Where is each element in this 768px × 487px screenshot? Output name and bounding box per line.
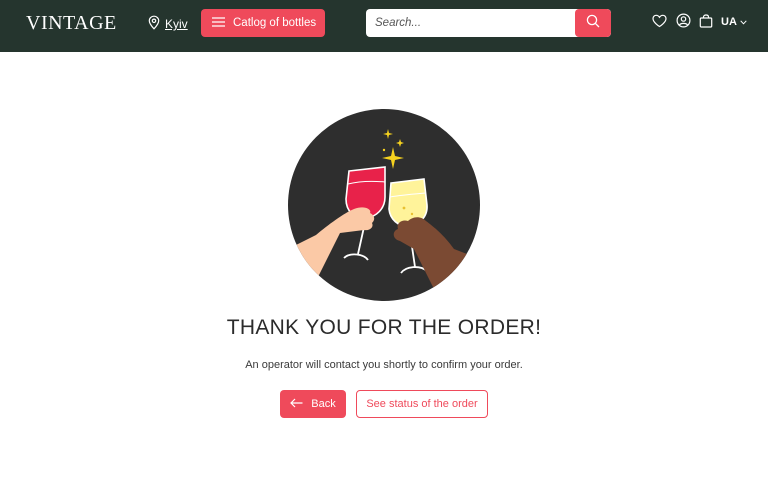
wishlist-button[interactable] bbox=[651, 14, 667, 33]
order-status-label: See status of the order bbox=[366, 398, 478, 410]
account-button[interactable] bbox=[675, 13, 691, 33]
shopping-bag-icon bbox=[699, 13, 713, 33]
cart-button[interactable] bbox=[698, 13, 714, 33]
city-label: Kyiv bbox=[165, 17, 188, 31]
language-label: UA bbox=[721, 16, 737, 28]
search-bar bbox=[366, 9, 611, 37]
search-button[interactable] bbox=[575, 9, 611, 37]
user-icon bbox=[675, 13, 691, 33]
heart-icon bbox=[651, 14, 667, 33]
search-icon bbox=[586, 14, 600, 33]
vintage-logo[interactable]: VINTAGE bbox=[26, 12, 117, 35]
catalog-label: Catlog of bottles bbox=[233, 17, 317, 29]
confirmation-message: An operator will contact you shortly to … bbox=[245, 359, 523, 371]
back-button[interactable]: Back bbox=[280, 390, 346, 418]
location-pin-icon bbox=[148, 15, 160, 33]
city-selector[interactable]: Kyiv bbox=[148, 15, 188, 33]
menu-icon bbox=[212, 16, 225, 30]
toast-illustration bbox=[288, 109, 480, 301]
catalog-button[interactable]: Catlog of bottles bbox=[201, 9, 325, 37]
order-status-button[interactable]: See status of the order bbox=[356, 390, 488, 418]
top-navbar: VINTAGE Kyiv Catlog of bottles Search...… bbox=[0, 0, 768, 52]
back-label: Back bbox=[311, 398, 336, 410]
page-title: THANK YOU FOR THE ORDER! bbox=[226, 316, 542, 339]
language-selector[interactable]: UA bbox=[721, 16, 747, 28]
arrow-left-icon bbox=[290, 398, 303, 411]
search-input[interactable] bbox=[366, 9, 576, 37]
chevron-down-icon bbox=[740, 16, 747, 28]
